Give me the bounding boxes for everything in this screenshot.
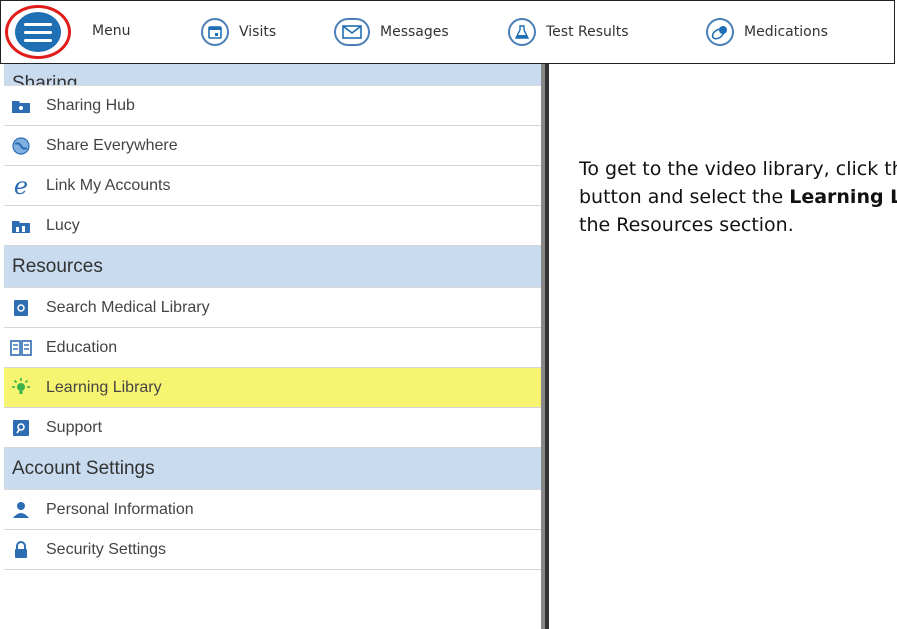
globe-share-icon xyxy=(10,135,32,157)
hamburger-icon xyxy=(15,12,61,52)
section-header-resources: Resources xyxy=(4,246,542,288)
menu-item-label: Education xyxy=(46,338,118,356)
menu-item-label: Learning Library xyxy=(46,378,162,396)
medical-library-icon xyxy=(10,297,32,319)
support-icon xyxy=(10,417,32,439)
lucy-folder-icon xyxy=(10,215,32,237)
menu-item-label: Search Medical Library xyxy=(46,298,210,316)
menu-list: Sharing Sharing Hub Share Everywhere e L… xyxy=(4,64,542,570)
menu-panel: Sharing Sharing Hub Share Everywhere e L… xyxy=(0,64,549,629)
menu-label[interactable]: Menu xyxy=(92,23,130,39)
menu-item-label: Link My Accounts xyxy=(46,176,171,194)
menu-item-label: Sharing Hub xyxy=(46,96,135,114)
panel-scrollbar[interactable] xyxy=(541,64,545,629)
menu-item-label: Personal Information xyxy=(46,500,194,518)
menu-item-security-settings[interactable]: Security Settings xyxy=(4,530,542,570)
test-results-label: Test Results xyxy=(546,24,629,40)
instruction-line-3: the Resources section. xyxy=(579,214,794,236)
menu-item-share-everywhere[interactable]: Share Everywhere xyxy=(4,126,542,166)
instruction-line-2: button and select the Learning Library i… xyxy=(579,183,897,211)
lightbulb-icon xyxy=(10,377,32,399)
pills-icon xyxy=(706,18,734,46)
book-icon xyxy=(10,337,32,359)
envelope-icon xyxy=(334,18,370,46)
menu-item-lucy[interactable]: Lucy xyxy=(4,206,542,246)
instruction-text: To get to the video library, click the M… xyxy=(579,155,897,239)
instruction-line-1: To get to the video library, click the M… xyxy=(579,158,897,180)
messages-button[interactable]: Messages xyxy=(334,1,449,63)
menu-item-personal-information[interactable]: Personal Information xyxy=(4,490,542,530)
link-e-icon: e xyxy=(13,171,29,200)
flask-icon xyxy=(508,18,536,46)
instruction-bold-learning-library: Learning Library xyxy=(789,186,897,208)
section-header-account-settings: Account Settings xyxy=(4,448,542,490)
person-icon xyxy=(10,499,32,521)
test-results-button[interactable]: Test Results xyxy=(508,1,629,63)
menu-item-label: Lucy xyxy=(46,216,80,234)
menu-item-support[interactable]: Support xyxy=(4,408,542,448)
menu-item-search-medical-library[interactable]: Search Medical Library xyxy=(4,288,542,328)
visits-label: Visits xyxy=(239,24,277,40)
menu-item-link-my-accounts[interactable]: e Link My Accounts xyxy=(4,166,542,206)
section-header-sharing: Sharing xyxy=(4,64,542,86)
medications-label: Medications xyxy=(744,24,828,40)
messages-label: Messages xyxy=(380,24,449,40)
menu-item-label: Support xyxy=(46,418,103,436)
menu-item-sharing-hub[interactable]: Sharing Hub xyxy=(4,86,542,126)
lock-icon xyxy=(10,539,32,561)
menu-item-learning-library[interactable]: Learning Library xyxy=(4,368,542,408)
menu-button[interactable] xyxy=(5,5,71,59)
folder-people-icon xyxy=(10,95,32,117)
menu-item-label: Share Everywhere xyxy=(46,136,178,154)
calendar-icon xyxy=(201,18,229,46)
menu-item-label: Security Settings xyxy=(46,540,167,558)
top-toolbar: Menu Visits Messages Test Results Medica… xyxy=(0,0,895,64)
visits-button[interactable]: Visits xyxy=(201,1,276,63)
menu-item-education[interactable]: Education xyxy=(4,328,542,368)
medications-button[interactable]: Medications xyxy=(706,1,828,63)
